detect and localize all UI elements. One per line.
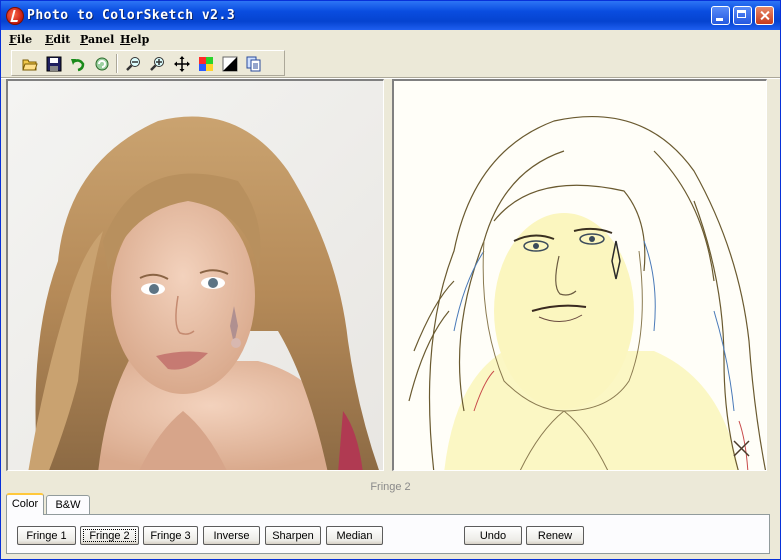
title-bar[interactable]: Photo to ColorSketch v2.3 <box>1 1 780 30</box>
zoom-in-icon[interactable] <box>146 53 168 73</box>
menu-help-accel: H <box>120 33 131 46</box>
sketch-preview-panel[interactable] <box>392 79 767 471</box>
menu-file-accel: F <box>9 33 17 46</box>
app-window: Photo to ColorSketch v2.3 File Edit Pane… <box>0 0 781 560</box>
refresh-icon[interactable] <box>90 53 112 73</box>
tab-bw[interactable]: B&W <box>46 495 90 515</box>
current-effect-label: Fringe 2 <box>370 481 411 493</box>
menu-panel-accel: P <box>80 33 88 46</box>
toolbar <box>11 50 285 76</box>
original-photo-panel[interactable] <box>6 79 384 471</box>
menu-panel[interactable]: Panel <box>80 33 114 46</box>
inverse-button[interactable]: Inverse <box>203 526 260 545</box>
renew-button[interactable]: Renew <box>526 526 584 545</box>
menu-file[interactable]: File <box>9 33 32 46</box>
undo-button[interactable]: Undo <box>464 526 522 545</box>
menu-panel-rest: anel <box>87 33 115 46</box>
fringe-1-button[interactable]: Fringe 1 <box>17 526 76 545</box>
copy-pages-icon[interactable] <box>242 53 264 73</box>
menu-help-rest: elp <box>130 33 150 46</box>
app-logo-icon[interactable] <box>6 7 24 25</box>
minimize-icon[interactable] <box>711 6 730 25</box>
fringe-2-button[interactable]: Fringe 2 <box>80 526 139 545</box>
original-photo <box>8 81 383 470</box>
sharpen-button[interactable]: Sharpen <box>265 526 321 545</box>
menu-edit[interactable]: Edit <box>45 33 70 46</box>
median-button[interactable]: Median <box>326 526 383 545</box>
maximize-icon[interactable] <box>733 6 752 25</box>
color-palette-icon[interactable] <box>194 53 216 73</box>
zoom-out-icon[interactable] <box>122 53 144 73</box>
move-pan-icon[interactable] <box>170 53 192 73</box>
fringe-3-button[interactable]: Fringe 3 <box>143 526 198 545</box>
sketch-preview <box>394 81 766 470</box>
undo-arrow-icon[interactable] <box>66 53 88 73</box>
tab-color[interactable]: Color <box>6 493 44 515</box>
menu-edit-rest: dit <box>53 33 71 46</box>
window-title: Photo to ColorSketch v2.3 <box>27 8 236 23</box>
black-white-icon[interactable] <box>218 53 240 73</box>
open-folder-icon[interactable] <box>18 53 40 73</box>
menu-help[interactable]: Help <box>120 33 149 46</box>
menu-file-rest: ile <box>16 33 33 46</box>
close-icon[interactable] <box>755 6 774 25</box>
save-disk-icon[interactable] <box>42 53 64 73</box>
menu-bar: File Edit Panel Help <box>1 30 780 48</box>
